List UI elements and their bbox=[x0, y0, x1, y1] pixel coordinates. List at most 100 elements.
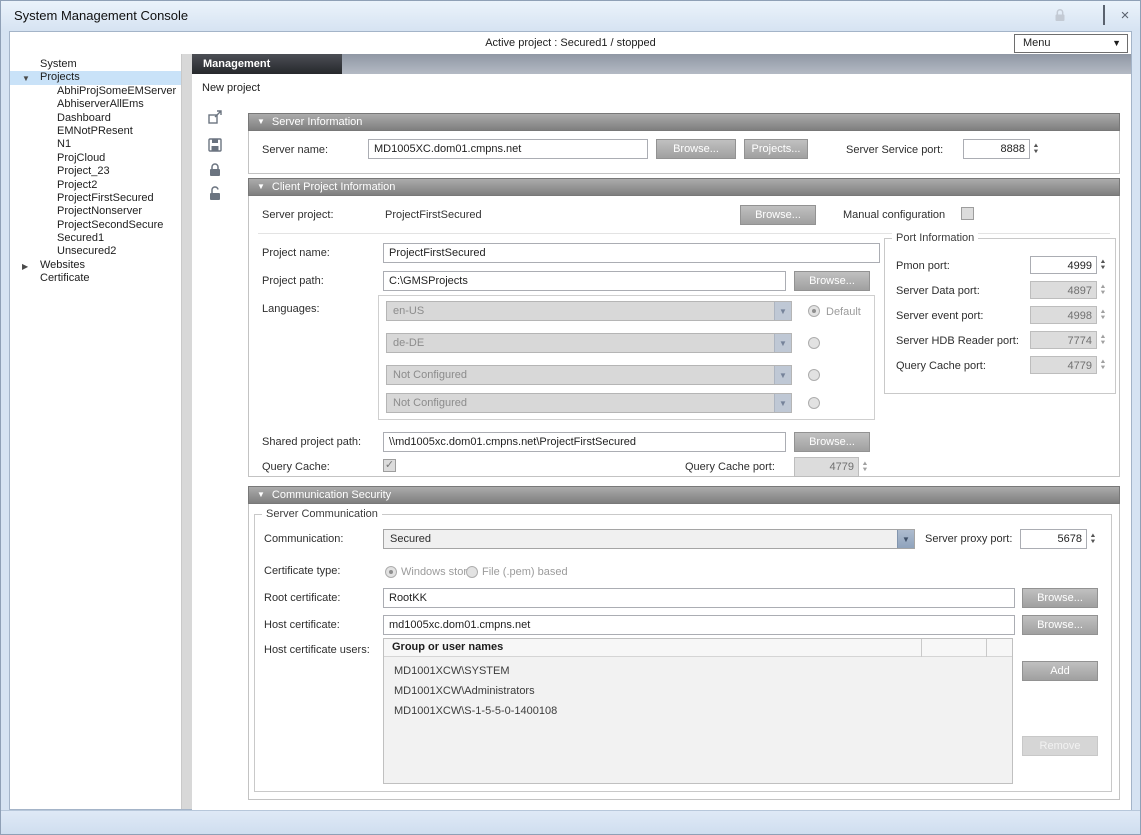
language-4-dropdown: Not Configured ▼ bbox=[386, 393, 792, 413]
tree-item-secured1[interactable]: Secured1 bbox=[10, 232, 181, 245]
project-name-input[interactable] bbox=[383, 243, 880, 263]
tree-item-websites[interactable]: ▶Websites bbox=[10, 259, 181, 272]
shared-project-path-input[interactable] bbox=[383, 432, 786, 452]
communication-label: Communication: bbox=[264, 533, 343, 545]
language-1-default-radio bbox=[808, 305, 820, 317]
query-cache-checkbox: ✓ bbox=[383, 459, 396, 472]
save-icon[interactable] bbox=[206, 136, 226, 156]
minimize-button[interactable] bbox=[1074, 7, 1092, 25]
language-3-default-radio bbox=[808, 369, 820, 381]
remove-user-button: Remove bbox=[1022, 736, 1098, 756]
tree-item-label: Project2 bbox=[57, 179, 97, 191]
project-path-browse-button[interactable]: Browse... bbox=[794, 271, 870, 291]
menu-dropdown-label: Menu bbox=[1023, 37, 1051, 49]
languages-label: Languages: bbox=[262, 303, 320, 315]
project-path-label: Project path: bbox=[262, 275, 324, 287]
page-heading: New project bbox=[202, 82, 260, 94]
project-path-input[interactable] bbox=[383, 271, 786, 291]
tree-item-abhiserverallems[interactable]: AbhiserverAllEms bbox=[10, 98, 181, 111]
section-title: Communication Security bbox=[272, 489, 391, 501]
tree-item-projects[interactable]: ▼Projects bbox=[10, 71, 181, 84]
pem-file-radio bbox=[466, 566, 478, 578]
server-information-header[interactable]: ▼Server Information bbox=[248, 113, 1120, 131]
server-event-port-spinner: 4998 ▲▼ bbox=[1030, 306, 1108, 324]
tree-item-label: ProjectSecondSecure bbox=[57, 219, 163, 231]
host-certificate-browse-button[interactable]: Browse... bbox=[1022, 615, 1098, 635]
service-port-value: 8888 bbox=[963, 139, 1030, 159]
new-project-icon[interactable] bbox=[206, 108, 226, 128]
server-browse-button[interactable]: Browse... bbox=[656, 139, 736, 159]
pmon-port-spinner[interactable]: 4999 ▲▼ bbox=[1030, 256, 1108, 274]
menu-dropdown[interactable]: Menu ▼ bbox=[1014, 34, 1128, 53]
tab-management[interactable]: Management bbox=[192, 54, 342, 74]
server-project-browse-button[interactable]: Browse... bbox=[740, 205, 816, 225]
server-name-input[interactable] bbox=[368, 139, 648, 159]
close-icon: × bbox=[1121, 7, 1130, 24]
windows-store-radio bbox=[385, 566, 397, 578]
server-event-port-value: 4998 bbox=[1030, 306, 1097, 324]
spinner-arrows-icon[interactable]: ▲▼ bbox=[1030, 139, 1041, 159]
certificate-type-label: Certificate type: bbox=[264, 565, 340, 577]
query-cache-label: Query Cache: bbox=[262, 461, 330, 473]
user-list-item[interactable]: MD1001XCW\S-1-5-5-0-1400108 bbox=[394, 705, 557, 717]
chevron-down-icon: ▼ bbox=[774, 334, 791, 352]
query-cache-port-spinner: 4779 ▲▼ bbox=[794, 457, 870, 477]
tree-item-label: Dashboard bbox=[57, 112, 111, 124]
root-certificate-browse-button[interactable]: Browse... bbox=[1022, 588, 1098, 608]
server-name-label: Server name: bbox=[262, 144, 328, 156]
window-title: System Management Console bbox=[14, 8, 188, 23]
communication-security-header[interactable]: ▼Communication Security bbox=[248, 486, 1120, 504]
lock-open-icon[interactable] bbox=[206, 185, 226, 205]
spinner-arrows-icon[interactable]: ▲▼ bbox=[1087, 529, 1098, 549]
query-cache-port-value: 4779 bbox=[794, 457, 859, 477]
language-1-value: en-US bbox=[393, 305, 424, 317]
chevron-down-icon[interactable]: ▼ bbox=[897, 530, 914, 548]
projects-button[interactable]: Projects... bbox=[744, 139, 808, 159]
lock-closed-icon[interactable] bbox=[206, 161, 226, 181]
expander-expanded-icon[interactable]: ▼ bbox=[22, 72, 30, 85]
tree-item-label: Project_23 bbox=[57, 165, 110, 177]
communication-dropdown[interactable]: Secured ▼ bbox=[383, 529, 915, 549]
tree-item-dashboard[interactable]: Dashboard bbox=[10, 112, 181, 125]
server-hdb-reader-port-value: 7774 bbox=[1030, 331, 1097, 349]
user-list-item[interactable]: MD1001XCW\SYSTEM bbox=[394, 665, 510, 677]
host-certificate-input[interactable] bbox=[383, 615, 1015, 635]
host-certificate-users-list[interactable]: Group or user names MD1001XCW\SYSTEM MD1… bbox=[383, 638, 1013, 784]
service-port-label: Server Service port: bbox=[846, 144, 943, 156]
section-title: Server Information bbox=[272, 116, 362, 128]
tree-item-system[interactable]: System bbox=[10, 58, 181, 71]
server-project-value: ProjectFirstSecured bbox=[385, 209, 482, 221]
tab-strip: Management bbox=[192, 54, 1131, 74]
titlebar: System Management Console × bbox=[1, 1, 1140, 31]
users-list-header: Group or user names bbox=[384, 639, 1012, 657]
shared-project-path-label: Shared project path: bbox=[262, 436, 361, 448]
server-proxy-port-spinner[interactable]: 5678 ▲▼ bbox=[1020, 529, 1098, 549]
tree-item-unsecured2[interactable]: Unsecured2 bbox=[10, 245, 181, 258]
tree-item-certificate[interactable]: Certificate bbox=[10, 272, 181, 285]
system-management-console-window: System Management Console × Active proje… bbox=[0, 0, 1141, 835]
tree-item-n1[interactable]: N1 bbox=[10, 138, 181, 151]
tree-item-projectnonserver[interactable]: ProjectNonserver bbox=[10, 205, 181, 218]
maximize-button[interactable] bbox=[1095, 7, 1113, 25]
client-project-information-header[interactable]: ▼Client Project Information bbox=[248, 178, 1120, 196]
tree-item-projectfirstsecured[interactable]: ProjectFirstSecured bbox=[10, 192, 181, 205]
tree-item-abhiprojsomeemserver[interactable]: AbhiProjSomeEMServer bbox=[10, 85, 181, 98]
tree-item-project-23[interactable]: Project_23 bbox=[10, 165, 181, 178]
add-user-button[interactable]: Add bbox=[1022, 661, 1098, 681]
tree-item-project2[interactable]: Project2 bbox=[10, 179, 181, 192]
service-port-spinner[interactable]: 8888 ▲▼ bbox=[963, 139, 1041, 159]
root-certificate-input[interactable] bbox=[383, 588, 1015, 608]
tree-item-label: ProjectFirstSecured bbox=[57, 192, 154, 204]
user-list-item[interactable]: MD1001XCW\Administrators bbox=[394, 685, 535, 697]
tree-item-emnotpresent[interactable]: EMNotPResent bbox=[10, 125, 181, 138]
column-divider bbox=[986, 639, 987, 657]
manual-configuration-checkbox[interactable] bbox=[961, 207, 974, 220]
close-button[interactable]: × bbox=[1116, 7, 1134, 25]
tree-item-projectsecondsecure[interactable]: ProjectSecondSecure bbox=[10, 219, 181, 232]
spinner-arrows-icon[interactable]: ▲▼ bbox=[1097, 256, 1108, 274]
language-4-default-radio bbox=[808, 397, 820, 409]
shared-path-browse-button[interactable]: Browse... bbox=[794, 432, 870, 452]
tree-splitter[interactable] bbox=[182, 54, 192, 809]
expander-collapsed-icon[interactable]: ▶ bbox=[22, 260, 28, 273]
tree-item-projcloud[interactable]: ProjCloud bbox=[10, 152, 181, 165]
